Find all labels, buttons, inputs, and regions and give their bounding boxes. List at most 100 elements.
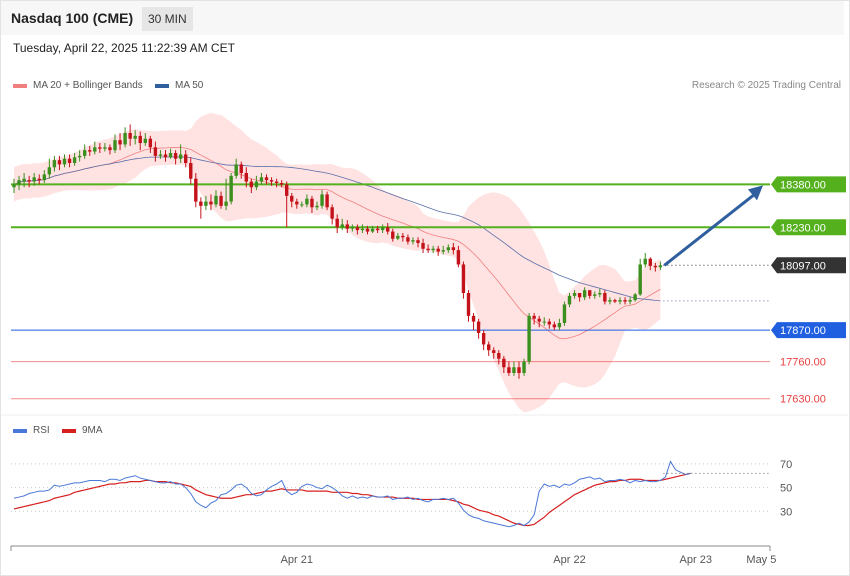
candle bbox=[290, 195, 294, 202]
candle bbox=[461, 264, 466, 293]
candle bbox=[552, 324, 557, 328]
candle bbox=[355, 227, 360, 231]
candle bbox=[481, 333, 486, 345]
candle bbox=[305, 198, 309, 205]
candle bbox=[209, 201, 213, 205]
candle bbox=[370, 228, 375, 232]
level-label-3: 17870.00 bbox=[780, 325, 826, 337]
candle bbox=[143, 138, 147, 143]
candle bbox=[613, 300, 617, 302]
candle bbox=[269, 180, 274, 182]
candle bbox=[507, 367, 511, 373]
candle bbox=[593, 294, 597, 296]
candle bbox=[17, 180, 21, 185]
candle bbox=[153, 147, 158, 156]
candle bbox=[300, 204, 304, 206]
candle bbox=[204, 201, 208, 206]
candle bbox=[492, 350, 496, 353]
candle bbox=[441, 250, 445, 252]
candle bbox=[436, 248, 440, 252]
bollinger-band bbox=[14, 112, 661, 413]
candle bbox=[320, 194, 324, 206]
candle bbox=[37, 178, 41, 181]
candle bbox=[567, 295, 572, 305]
candle bbox=[562, 304, 567, 323]
candle bbox=[431, 248, 435, 251]
candle bbox=[118, 140, 122, 145]
candle bbox=[577, 293, 582, 298]
candle bbox=[401, 235, 405, 238]
candle bbox=[608, 300, 612, 302]
candle bbox=[32, 177, 36, 182]
candle bbox=[27, 180, 31, 182]
candle bbox=[360, 228, 365, 231]
rsi-tick-2: 70 bbox=[780, 459, 792, 471]
candle bbox=[67, 158, 72, 163]
candle bbox=[471, 315, 476, 322]
candle bbox=[42, 174, 46, 181]
candle bbox=[249, 181, 254, 188]
candle bbox=[380, 227, 385, 231]
candle bbox=[466, 293, 471, 316]
candle bbox=[194, 178, 198, 202]
candle bbox=[103, 147, 107, 149]
candle bbox=[93, 147, 97, 152]
candle bbox=[512, 367, 516, 373]
level-label-1: 18230.00 bbox=[780, 222, 826, 234]
candle bbox=[557, 323, 562, 328]
candle bbox=[52, 160, 57, 168]
rsi-9ma-line bbox=[13, 472, 691, 527]
candle bbox=[98, 147, 102, 149]
candle bbox=[391, 231, 395, 239]
candle bbox=[12, 184, 16, 188]
candle bbox=[396, 235, 400, 239]
candle bbox=[638, 264, 642, 295]
candle bbox=[62, 158, 67, 165]
rsi-tick-1: 50 bbox=[780, 483, 792, 495]
candle bbox=[537, 318, 541, 322]
candle bbox=[234, 164, 238, 176]
candle bbox=[325, 194, 329, 208]
candle bbox=[264, 177, 269, 181]
candle bbox=[77, 155, 82, 158]
candle bbox=[340, 224, 344, 228]
x-tick-label-0: Apr 21 bbox=[281, 554, 313, 566]
candle bbox=[527, 315, 531, 362]
candle bbox=[310, 198, 314, 208]
candle bbox=[189, 163, 193, 179]
candle bbox=[239, 164, 243, 173]
candle bbox=[168, 153, 173, 158]
candle bbox=[133, 135, 137, 139]
candle bbox=[57, 160, 62, 165]
candle bbox=[178, 154, 183, 159]
candle bbox=[451, 247, 456, 251]
candle bbox=[603, 293, 607, 302]
candle bbox=[547, 321, 551, 325]
candle bbox=[229, 175, 233, 202]
candle bbox=[648, 258, 652, 266]
candle bbox=[244, 173, 248, 182]
candle bbox=[502, 358, 506, 368]
candle bbox=[148, 138, 153, 148]
candle bbox=[350, 227, 355, 229]
candle bbox=[219, 195, 223, 206]
candle bbox=[279, 183, 284, 185]
candle bbox=[572, 293, 577, 296]
candle bbox=[163, 154, 168, 158]
candle bbox=[487, 344, 491, 351]
candle bbox=[138, 135, 142, 143]
price-chart[interactable]: 18380.00 18230.00 18097.00 17870.00 17760.00… bbox=[0, 0, 850, 576]
candle bbox=[72, 157, 77, 163]
rsi-tick-0: 30 bbox=[780, 506, 792, 518]
candle bbox=[588, 290, 592, 296]
level-label-0: 18380.00 bbox=[780, 179, 826, 191]
candle bbox=[386, 227, 390, 232]
candle bbox=[456, 250, 461, 265]
level-label-2: 18097.00 bbox=[780, 260, 826, 272]
candle bbox=[532, 315, 536, 319]
candle bbox=[623, 300, 627, 302]
candle bbox=[542, 321, 546, 323]
candle bbox=[330, 207, 334, 219]
candle bbox=[113, 140, 117, 151]
x-tick-label-2: Apr 23 bbox=[680, 554, 712, 566]
